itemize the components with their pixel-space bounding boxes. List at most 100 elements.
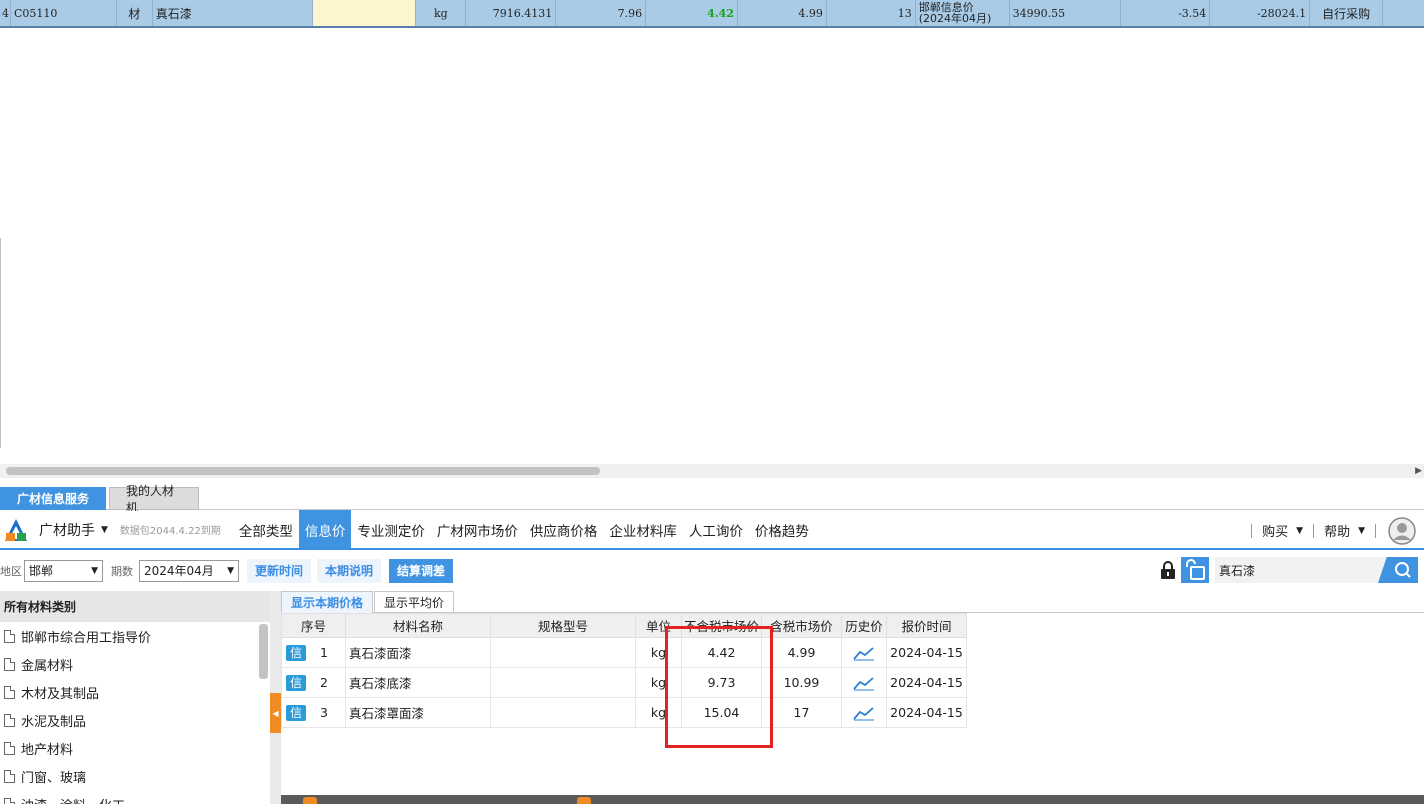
cell-quantity[interactable]: 7916.4131 [466,0,557,26]
row-spec [490,667,636,698]
cell-price-source[interactable]: 邯郸信息价 (2024年04月) [916,0,1010,26]
cell-name[interactable]: 真石漆 [153,0,313,26]
cell-amount[interactable]: 34990.55 [1010,0,1122,26]
row-name: 真石漆罩面漆 [345,697,491,728]
filter-bar: 地区 邯郸 ▼ 期数 2024年04月 ▼ 更新时间 本期说明 结算调差 [0,552,1424,589]
table-row[interactable]: 信2 真石漆底漆 kg 9.73 10.99 2024-04-15 [281,667,967,698]
nav-supplier-price[interactable]: 供应商价格 [524,510,604,549]
table-row[interactable]: 信1 真石漆面漆 kg 4.42 4.99 2024-04-15 [281,637,967,668]
category-label: 油漆、涂料、化工 [21,795,125,804]
tab-current-price[interactable]: 显示本期价格 [281,591,374,613]
category-label: 水泥及制品 [21,714,87,730]
nav-info-price[interactable]: 信息价 [298,510,352,549]
cell-count[interactable]: 13 [827,0,916,26]
table-row[interactable]: 信3 真石漆罩面漆 kg 15.04 17 2024-04-15 [281,697,967,728]
cell-unit[interactable]: kg [416,0,467,26]
buy-label: 购买 [1262,525,1289,540]
nav-all-types[interactable]: 全部类型 [233,510,299,549]
cell-empty[interactable] [1383,0,1424,26]
col-spec[interactable]: 规格型号 [490,613,636,638]
row-name: 真石漆面漆 [345,637,491,668]
row-index: 3 [320,704,328,720]
document-icon [4,797,15,804]
settle-button[interactable]: 结算调差 [389,558,454,583]
period-note-button[interactable]: 本期说明 [317,558,382,583]
search-input[interactable] [1215,563,1375,577]
cell-code[interactable]: C05110 [11,0,117,26]
category-item[interactable]: 金属材料 [0,650,270,678]
category-label: 木材及其制品 [21,686,100,702]
left-edge-line [0,238,1,448]
col-date[interactable]: 报价时间 [886,613,967,638]
sidebar-scrollbar[interactable] [259,624,268,679]
row-price-in-tax: 4.99 [761,637,842,668]
result-tabs: 显示本期价格 显示平均价 [281,591,1424,613]
scrollbar-thumb[interactable] [6,467,600,475]
scroll-right-icon[interactable]: ▶ [1415,466,1422,476]
row-date: 2024-04-15 [886,697,967,728]
cell-diff-total[interactable]: -28024.1 [1210,0,1311,26]
cell-tax-price[interactable]: 4.99 [738,0,827,26]
col-index[interactable]: 序号 [281,613,346,638]
document-icon [4,769,15,783]
chevron-down-icon: ▼ [101,524,108,535]
nav-professional-price[interactable]: 专业测定价 [351,510,431,549]
cell-budget-price[interactable]: 7.96 [556,0,647,26]
category-item[interactable]: 门窗、玻璃 [0,762,270,790]
category-item[interactable]: 邯郸市综合用工指导价 [0,622,270,650]
history-chart-icon[interactable] [853,705,875,721]
cell-diff[interactable]: -3.54 [1121,0,1211,26]
cell-spec[interactable] [312,0,417,26]
update-time-button[interactable]: 更新时间 [247,558,312,583]
period-label: 期数 [111,564,133,578]
tab-material-info-service[interactable]: 广材信息服务 [0,487,106,510]
row-marker: 4 [0,0,11,26]
table-header-row: 序号 材料名称 规格型号 单位 不含税市场价 含税市场价 历史价 报价时间 [281,613,967,638]
nav-market-price[interactable]: 广材网市场价 [431,510,524,549]
col-history[interactable]: 历史价 [841,613,887,638]
horizontal-scrollbar[interactable]: ▶ [0,464,1424,478]
selected-grid-row[interactable]: 4 C05110 材 真石漆 kg 7916.4131 7.96 4.42 4.… [0,0,1424,28]
source-line-2: (2024年04月) [918,12,992,25]
period-select[interactable]: 2024年04月 ▼ [139,559,239,582]
history-chart-icon[interactable] [853,675,875,691]
tab-average-price[interactable]: 显示平均价 [374,591,455,613]
info-badge: 信 [286,704,306,721]
sidebar-collapse-strip: ◀ [270,591,281,804]
history-chart-icon[interactable] [853,645,875,661]
search-box [1215,557,1418,583]
category-item[interactable]: 木材及其制品 [0,678,270,706]
chevron-down-icon: ▼ [91,565,98,576]
divider [1313,523,1315,538]
document-icon [4,741,15,755]
row-spec [490,697,636,728]
category-item[interactable]: 地产材料 [0,734,270,762]
nav-bar: 广材助手 ▼ 数据包2044.4.22到期 全部类型 信息价 专业测定价 广材网… [0,510,1424,550]
cell-supply[interactable]: 自行采购 [1310,0,1384,26]
category-item[interactable]: 油漆、涂料、化工 [0,790,270,804]
nav-price-trend[interactable]: 价格趋势 [749,510,815,549]
nav-manual-inquiry[interactable]: 人工询价 [683,510,749,549]
bottom-status-bar [281,795,1424,804]
brand-menu[interactable]: 广材助手 ▼ [39,520,108,540]
tab-my-materials[interactable]: 我的人材机 [109,484,199,515]
chevron-down-icon: ▼ [227,565,234,576]
col-name[interactable]: 材料名称 [345,613,491,638]
search-icon [1395,562,1411,578]
buy-menu[interactable]: 购买 ▼ [1262,521,1303,540]
results-panel: 显示本期价格 显示平均价 序号 材料名称 规格型号 单位 不含税市场价 含税市场… [281,591,1424,804]
cell-market-price[interactable]: 4.42 [646,0,738,26]
lock-icon[interactable] [1159,560,1177,580]
user-avatar-icon[interactable] [1388,516,1416,545]
unlock-icon[interactable] [1181,557,1209,583]
category-item[interactable]: 水泥及制品 [0,706,270,734]
region-select[interactable]: 邯郸 ▼ [24,559,103,582]
search-button[interactable] [1378,557,1418,583]
app-logo-icon [5,518,27,541]
collapse-left-icon[interactable]: ◀ [270,693,281,733]
sidebar-header: 所有材料类别 [0,591,270,622]
nav-enterprise-library[interactable]: 企业材料库 [603,510,683,549]
col-price-in-tax[interactable]: 含税市场价 [761,613,842,638]
help-menu[interactable]: 帮助 ▼ [1324,521,1365,540]
cell-type[interactable]: 材 [117,0,153,26]
